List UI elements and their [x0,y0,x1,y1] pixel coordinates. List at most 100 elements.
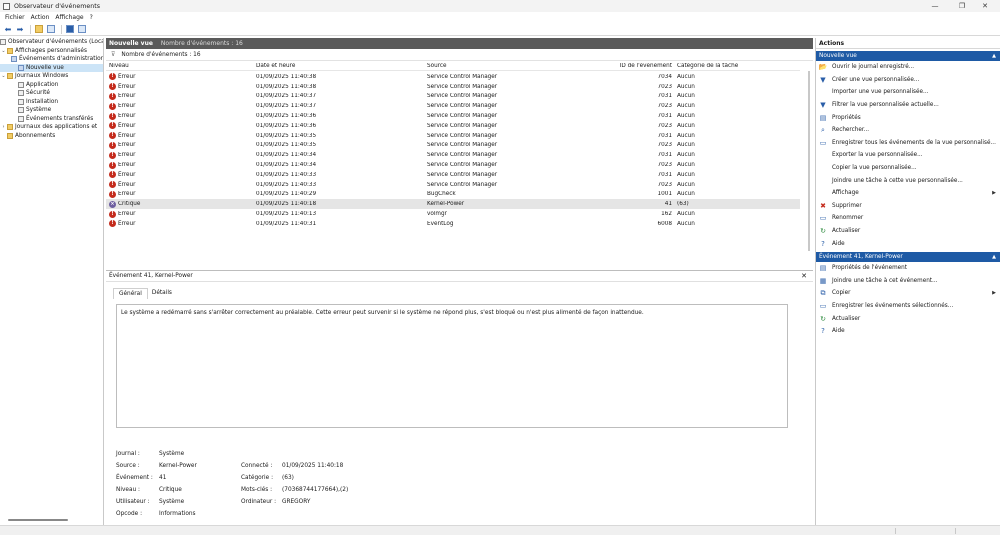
action-item[interactable]: ? Aide [816,237,1000,250]
tree-item[interactable]: Système [0,106,103,115]
minimize-button[interactable]: — [920,0,950,12]
action-item[interactable]: ▭ Enregistrer tous les événements de la v… [816,137,1000,150]
collapse-up-icon[interactable]: ▲ [992,53,996,59]
action-item[interactable]: ▼ Créer une vue personnalisée... [816,74,1000,87]
detail-tabs: Général Détails [113,288,806,299]
menu-action[interactable]: Action [31,14,50,21]
cell-event-id: 6008 [657,220,672,227]
table-row[interactable]: ! Erreur 01/09/2025 11:40:29 BugCheck 1001 Au… [106,190,800,200]
column-task-category[interactable]: Catégorie de la tâche [677,63,777,69]
up-folder-icon[interactable] [34,24,44,34]
tree-horizontal-scrollbar[interactable] [8,519,68,521]
help-icon[interactable] [65,24,75,34]
action-item-label: Enregistrer tous les événements de la vu… [832,139,996,146]
event-description[interactable]: Le système a redémarré sans s'arrêter co… [116,304,788,428]
value-event: 41 [159,475,167,481]
toolbar: ⬅ ➡ [0,23,1000,36]
action-item[interactable]: ▭ Renommer [816,212,1000,225]
table-row[interactable]: ! Erreur 01/09/2025 11:40:35 Service Contro… [106,141,800,151]
action-item[interactable]: 📂 Ouvrir le journal enregistré... [816,61,1000,74]
cell-task-category: Aucun [677,181,695,188]
value-journal: Système [159,451,185,457]
close-button[interactable]: ✕ [970,0,1000,12]
action-item[interactable]: ? Aide [816,325,1000,338]
table-row[interactable]: ! Erreur 01/09/2025 11:40:33 Service Contro… [106,180,800,190]
column-date[interactable]: Date et heure [256,63,416,69]
table-row[interactable]: × Critique 01/09/2025 11:40:18 Kernel-Power… [106,199,800,210]
action-item[interactable]: ✖ Supprimer [816,200,1000,213]
menu-view[interactable]: Affichage [55,14,83,21]
actions-section-view[interactable]: Nouvelle vue ▲ [816,51,1000,61]
back-arrow-icon[interactable]: ⬅ [3,24,13,34]
error-icon: ! [109,181,116,189]
action-item[interactable]: ⌕ Rechercher... [816,124,1000,137]
tree-item[interactable]: › Journaux des applications et [0,123,103,132]
table-row[interactable]: ! Erreur 01/09/2025 11:40:34 Service Contro… [106,150,800,160]
cell-level-text: Erreur [118,93,136,100]
cell-level: ! Erreur [109,161,249,169]
table-row[interactable]: ! Erreur 01/09/2025 11:40:35 Service Contro… [106,131,800,141]
action-item[interactable]: ▼ Filtrer la vue personnalisée actuelle..… [816,99,1000,112]
tree-item[interactable]: Abonnements [0,132,103,141]
tree-item[interactable]: Installation [0,98,103,107]
column-event-id[interactable]: ID de l'événement [615,63,672,69]
table-row[interactable]: ! Erreur 01/09/2025 11:40:37 Service Contro… [106,101,800,111]
tab-details[interactable]: Détails [147,288,176,299]
action-item[interactable]: ▭ Enregistrer les événements sélectionnés… [816,300,1000,313]
show-action-pane-icon[interactable] [77,24,87,34]
action-item[interactable]: Importer une vue personnalisée... [816,86,1000,99]
table-row[interactable]: ! Erreur 01/09/2025 11:40:38 Service Contro… [106,72,800,82]
tree-item[interactable]: Événements transférés [0,115,103,124]
cell-event-id: 7031 [657,113,672,120]
cell-task-category: Aucun [677,191,695,198]
tree-item[interactable]: Observateur d'événements (Local) [0,38,103,47]
menu-file[interactable]: Fichier [5,14,25,21]
cell-event-id: 7023 [657,162,672,169]
column-source[interactable]: Source [427,63,607,69]
tree-item[interactable]: Application [0,81,103,90]
action-item[interactable]: ▦ Joindre une tâche à cet événement... [816,275,1000,288]
tree-item[interactable]: Sécurité [0,89,103,98]
menu-help[interactable]: ? [90,14,93,21]
action-item[interactable]: Exporter la vue personnalisée... [816,149,1000,162]
forward-arrow-icon[interactable]: ➡ [15,24,25,34]
cell-source: Service Control Manager [427,103,498,110]
tree-item[interactable]: ⌄ Affichages personnalisés [0,47,103,56]
table-vertical-scrollbar[interactable] [808,71,810,251]
table-row[interactable]: ! Erreur 01/09/2025 11:40:13 volmgr 162 Aucun [106,209,800,219]
tree-item[interactable]: Nouvelle vue [0,63,103,72]
action-item[interactable]: Affichage ▶ [816,187,1000,200]
tree-item[interactable]: Événements d'administration [0,55,103,64]
expand-arrow-icon[interactable]: › [0,123,7,132]
refresh-icon: ↻ [820,227,826,236]
expand-arrow-icon[interactable]: ⌄ [0,72,7,81]
close-detail-icon[interactable]: ✕ [801,272,807,280]
action-item[interactable]: ⧉ Copier ▶ [816,287,1000,300]
cell-date: 01/09/2025 11:40:34 [256,162,317,169]
action-item[interactable]: ▤ Propriétés de l'événement [816,262,1000,275]
action-item[interactable]: ↻ Actualiser [816,225,1000,238]
table-row[interactable]: ! Erreur 01/09/2025 11:40:37 Service Contro… [106,92,800,102]
table-row[interactable]: ! Erreur 01/09/2025 11:40:36 Service Contro… [106,111,800,121]
action-item[interactable]: Joindre une tâche à cette vue personnali… [816,174,1000,187]
table-row[interactable]: ! Erreur 01/09/2025 11:40:36 Service Contro… [106,121,800,131]
action-item[interactable]: ▤ Propriétés [816,111,1000,124]
action-item[interactable]: Copier la vue personnalisée... [816,162,1000,175]
action-item[interactable]: ↻ Actualiser [816,312,1000,325]
cell-level-text: Erreur [118,162,136,169]
column-level[interactable]: Niveau [109,63,249,69]
actions-section-event[interactable]: Événement 41, Kernel-Power ▲ [816,251,1000,262]
error-icon: ! [109,102,116,110]
event-count: Nombre d'événements : 16 [160,40,243,47]
cell-date: 01/09/2025 11:40:37 [256,103,317,110]
expand-arrow-icon[interactable]: ⌄ [0,47,7,56]
table-row[interactable]: ! Erreur 01/09/2025 11:40:38 Service Contro… [106,82,800,92]
tab-general[interactable]: Général [113,288,148,299]
collapse-up-icon[interactable]: ▲ [992,254,996,260]
show-hide-tree-icon[interactable] [46,24,56,34]
tree-item[interactable]: ⌄ Journaux Windows [0,72,103,81]
table-row[interactable]: ! Erreur 01/09/2025 11:40:31 EventLog 6008 Au… [106,219,800,229]
cell-task-category: Aucun [677,93,695,100]
table-row[interactable]: ! Erreur 01/09/2025 11:40:33 Service Contro… [106,170,800,180]
table-row[interactable]: ! Erreur 01/09/2025 11:40:34 Service Contro… [106,160,800,170]
